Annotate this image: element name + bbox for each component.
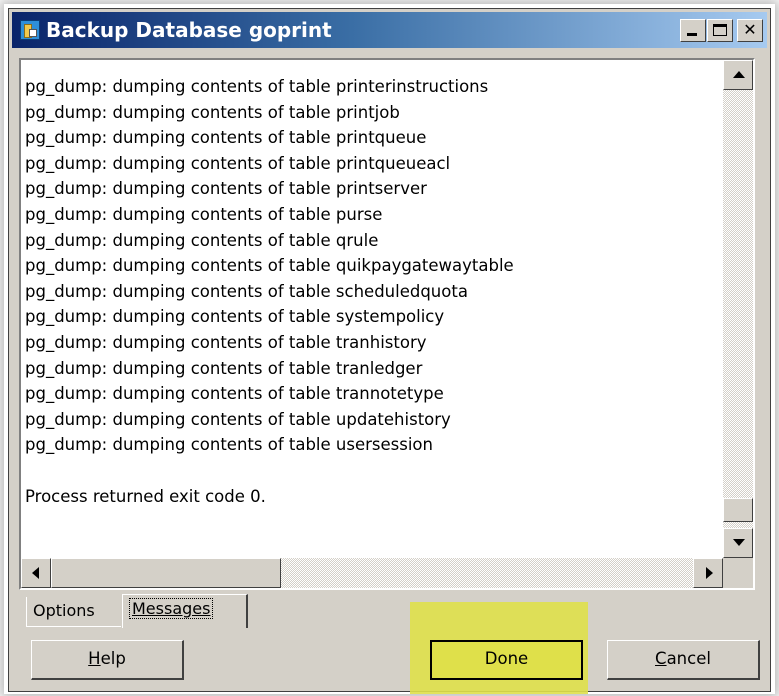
horizontal-scrollbar[interactable] <box>21 558 723 588</box>
help-mnemonic: H <box>88 649 101 668</box>
scroll-right-button[interactable] <box>693 558 723 588</box>
tab-messages[interactable]: Messages <box>122 594 248 628</box>
scrollbar-corner <box>723 558 753 588</box>
tab-options[interactable]: Options <box>26 597 121 627</box>
log-line: pg_dump: dumping contents of table print… <box>25 77 489 96</box>
arrow-left-icon <box>32 567 39 579</box>
log-line: pg_dump: dumping contents of table print… <box>25 102 400 122</box>
scroll-left-button[interactable] <box>21 558 51 588</box>
minimize-icon <box>687 33 697 36</box>
log-line: pg_dump: dumping contents of table syste… <box>25 307 445 327</box>
tab-messages-label: Messages <box>129 598 214 619</box>
help-label-rest: elp <box>100 649 126 668</box>
log-line: pg_dump: dumping contents of table quikp… <box>25 256 514 276</box>
log-line: pg_dump: dumping contents of table users… <box>25 435 433 455</box>
close-icon: ✕ <box>743 20 757 39</box>
horizontal-scroll-thumb[interactable] <box>51 558 281 588</box>
log-line: pg_dump: dumping contents of table updat… <box>25 409 451 429</box>
close-button[interactable]: ✕ <box>737 19 763 42</box>
log-line: pg_dump: dumping contents of table qrule <box>25 230 379 250</box>
arrow-down-icon <box>733 539 745 546</box>
cancel-button[interactable]: Cancel <box>607 640 760 680</box>
help-button[interactable]: Help <box>31 640 184 680</box>
maximize-icon <box>713 24 727 36</box>
maximize-button[interactable] <box>707 19 733 42</box>
log-line: pg_dump: dumping contents of table purse <box>25 204 383 224</box>
arrow-up-icon <box>733 71 745 78</box>
log-line: pg_dump: dumping contents of table trann… <box>25 384 444 404</box>
arrow-right-icon <box>706 567 713 579</box>
vertical-scrollbar[interactable] <box>723 60 753 558</box>
scroll-down-button[interactable] <box>723 528 753 558</box>
messages-log[interactable]: pg_dump: dumping contents of table print… <box>19 58 755 590</box>
log-line: Process returned exit code 0. <box>25 486 266 506</box>
database-app-icon <box>20 20 40 40</box>
log-line: pg_dump: dumping contents of table print… <box>25 153 451 173</box>
done-button[interactable]: Done <box>430 640 583 680</box>
log-text: pg_dump: dumping contents of table print… <box>25 74 719 509</box>
window-title: Backup Database goprint <box>46 18 332 42</box>
minimize-button[interactable] <box>680 19 706 42</box>
log-line: pg_dump: dumping contents of table tranh… <box>25 332 427 352</box>
title-bar[interactable]: Backup Database goprint ✕ <box>12 12 767 48</box>
scroll-up-button[interactable] <box>723 60 753 90</box>
log-line: pg_dump: dumping contents of table print… <box>25 128 427 148</box>
log-line: pg_dump: dumping contents of table print… <box>25 179 427 199</box>
cancel-label-rest: ancel <box>666 649 711 668</box>
log-line: pg_dump: dumping contents of table sched… <box>25 281 468 301</box>
log-line: pg_dump: dumping contents of table tranl… <box>25 358 423 378</box>
vertical-scroll-thumb[interactable] <box>723 498 753 522</box>
cancel-mnemonic: C <box>655 649 667 668</box>
